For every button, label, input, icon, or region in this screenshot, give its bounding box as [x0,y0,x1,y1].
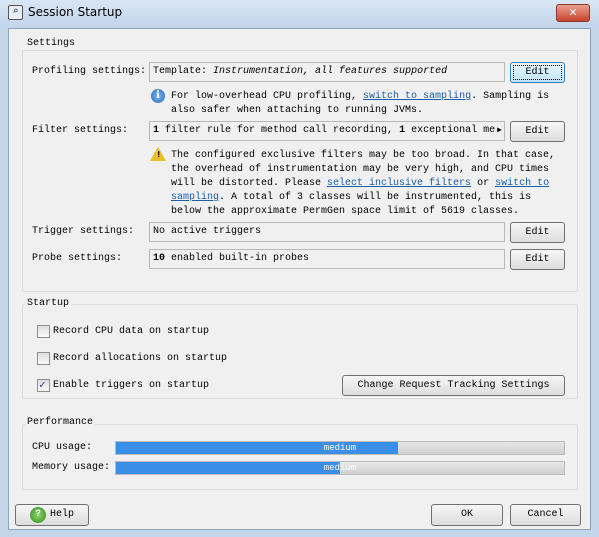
probe-text: enabled built-in probes [165,253,310,264]
settings-group-label: Settings [25,38,78,49]
profiling-settings-label: Profiling settings: [32,66,147,77]
info-text: For low-overhead CPU profiling, [171,91,358,102]
ok-button[interactable]: OK [431,504,503,526]
filter-text-2: exceptional me [405,125,496,136]
profiling-edit-button[interactable]: Edit [510,62,565,83]
help-label: Help [50,509,75,520]
trigger-settings-field: No active triggers [149,222,505,242]
probe-settings-field: 10 enabled built-in probes [149,249,505,269]
filter-edit-button[interactable]: Edit [510,121,565,142]
select-inclusive-filters-link[interactable]: select inclusive filters [327,178,471,189]
info-message: For low-overhead CPU profiling, switch t… [171,90,556,118]
profiling-value: Instrumentation, all features supported [213,66,448,77]
filter-settings-field: 1 filter rule for method call recording,… [149,121,505,141]
close-button[interactable]: ✕ [556,4,590,22]
cpu-usage-label: CPU usage: [32,442,93,453]
warning-text-2: or [471,178,496,189]
probe-settings-label: Probe settings: [32,253,123,264]
change-request-tracking-button[interactable]: Change Request Tracking Settings [342,375,565,396]
warning-message: The configured exclusive filters may be … [171,149,556,219]
warning-icon: ! [150,147,166,161]
window-title: Session Startup [28,5,123,19]
profiling-settings-field: Template: Instrumentation, all features … [149,62,505,82]
record-allocations-label[interactable]: Record allocations on startup [53,353,227,364]
record-cpu-label[interactable]: Record CPU data on startup [53,326,209,337]
help-button[interactable]: ? Help [15,504,89,526]
performance-group [22,424,578,490]
record-cpu-checkbox[interactable] [37,325,50,338]
enable-triggers-checkbox[interactable] [37,378,50,392]
enable-triggers-label[interactable]: Enable triggers on startup [53,380,209,391]
filter-text: filter rule for method call recording, [159,125,400,136]
cancel-button[interactable]: Cancel [510,504,581,526]
startup-group-label: Startup [25,298,72,309]
record-allocations-checkbox[interactable] [37,352,50,365]
switch-to-sampling-link[interactable]: switch to sampling [363,91,471,102]
probe-edit-button[interactable]: Edit [510,249,565,270]
triangle-right-icon[interactable]: ▶ [497,122,502,140]
info-icon: i [151,89,165,103]
trigger-settings-label: Trigger settings: [32,226,135,237]
trigger-edit-button[interactable]: Edit [510,222,565,243]
help-icon: ? [30,507,46,523]
close-icon: ✕ [568,6,578,19]
performance-group-label: Performance [25,417,96,428]
profiling-value-prefix: Template: [153,66,208,77]
memory-usage-text: medium [323,463,357,473]
profiler-app-icon: ⌕ [8,5,23,20]
cpu-usage-text: medium [323,443,357,453]
warning-text-3: . A total of 3 classes will be instrumen… [171,192,532,217]
cpu-usage-bar: medium [115,441,565,455]
probe-count: 10 [153,253,166,264]
filter-settings-label: Filter settings: [32,125,129,136]
memory-usage-label: Memory usage: [32,462,111,473]
memory-usage-bar: medium [115,461,565,475]
title-bar: ⌕ Session Startup ✕ [0,0,599,27]
